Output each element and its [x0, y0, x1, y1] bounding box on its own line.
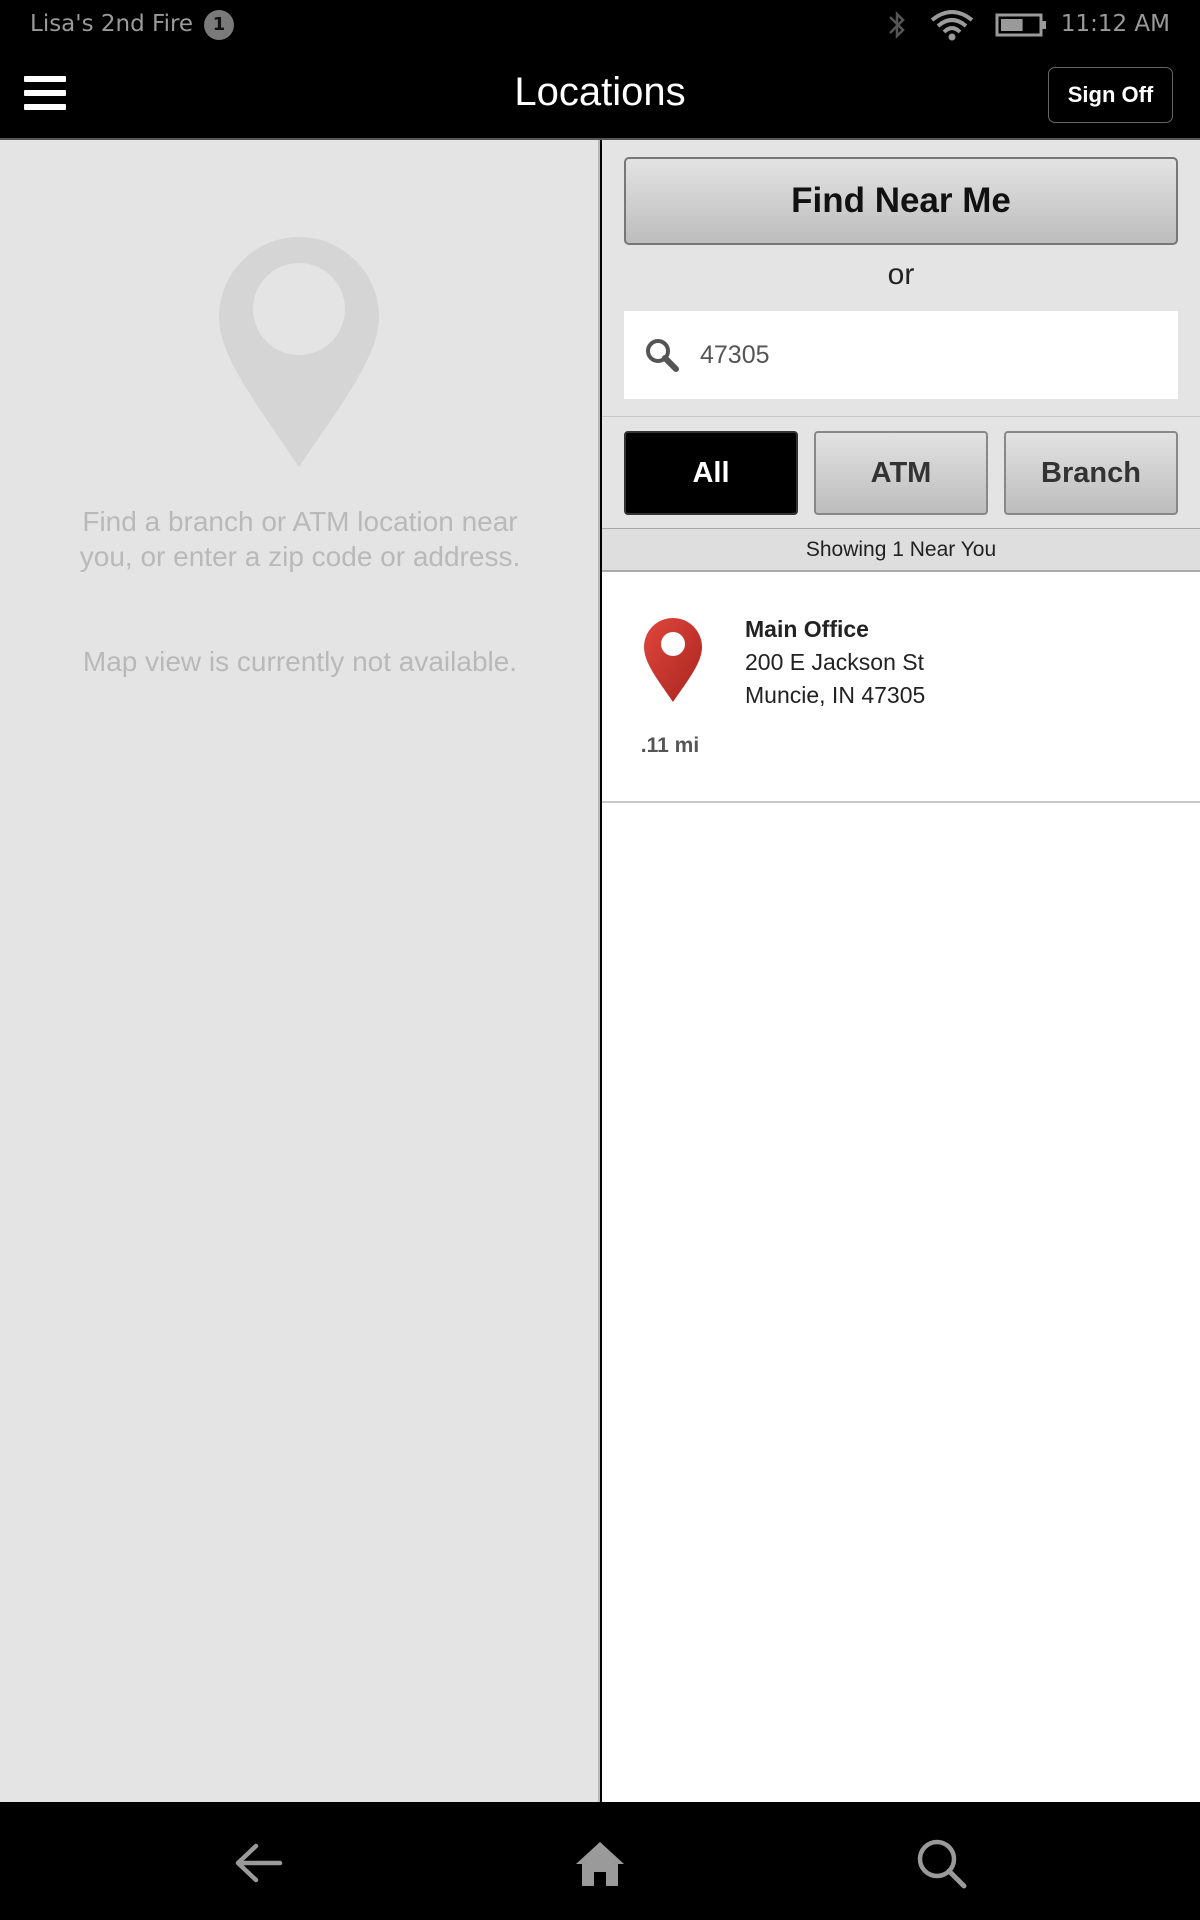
locations-list-pane: Find Near Me or All ATM Branch Showing 1… — [602, 140, 1200, 1802]
map-pin-icon — [219, 237, 379, 467]
filter-atm-button[interactable]: ATM — [814, 431, 988, 515]
notification-badge[interactable]: 1 — [204, 10, 234, 40]
status-bar: Lisa's 2nd Fire 1 11:12 AM — [0, 0, 1200, 50]
find-near-me-button[interactable]: Find Near Me — [624, 157, 1178, 245]
search-field[interactable] — [624, 311, 1178, 399]
location-distance: .11 mi — [640, 734, 700, 757]
or-separator: or — [887, 258, 915, 291]
bluetooth-icon — [886, 8, 908, 46]
home-icon[interactable] — [570, 1836, 630, 1890]
device-name: Lisa's 2nd Fire — [30, 11, 194, 37]
filter-bar: All ATM Branch — [602, 416, 1200, 528]
map-instructions: Find a branch or ATM location near you, … — [79, 506, 521, 572]
filter-all-button[interactable]: All — [624, 431, 798, 515]
search-area: Find Near Me or — [602, 140, 1200, 416]
location-street: 200 E Jackson St — [745, 649, 924, 675]
map-unavailable-text: Map view is currently not available. — [82, 646, 518, 677]
search-icon[interactable] — [912, 1836, 972, 1890]
filter-branch-button[interactable]: Branch — [1004, 431, 1178, 515]
search-input[interactable] — [700, 311, 1160, 399]
location-name: Main Office — [745, 616, 869, 642]
wifi-icon — [929, 8, 975, 46]
system-nav-bar — [0, 1802, 1200, 1920]
app-bar: Locations Sign Off — [0, 50, 1200, 140]
results-summary: Showing 1 Near You — [602, 528, 1200, 572]
search-icon — [646, 339, 679, 372]
back-icon[interactable] — [228, 1836, 288, 1890]
page-title: Locations — [514, 70, 686, 114]
location-item[interactable]: .11 mi Main Office 200 E Jackson St Munc… — [602, 572, 1200, 803]
battery-icon — [995, 12, 1047, 42]
location-pin-icon — [644, 618, 702, 702]
clock: 11:12 AM — [1060, 11, 1170, 37]
map-pane: Find a branch or ATM location near you, … — [0, 140, 600, 1802]
location-city: Muncie, IN 47305 — [745, 682, 926, 708]
sign-off-button[interactable]: Sign Off — [1048, 67, 1173, 123]
